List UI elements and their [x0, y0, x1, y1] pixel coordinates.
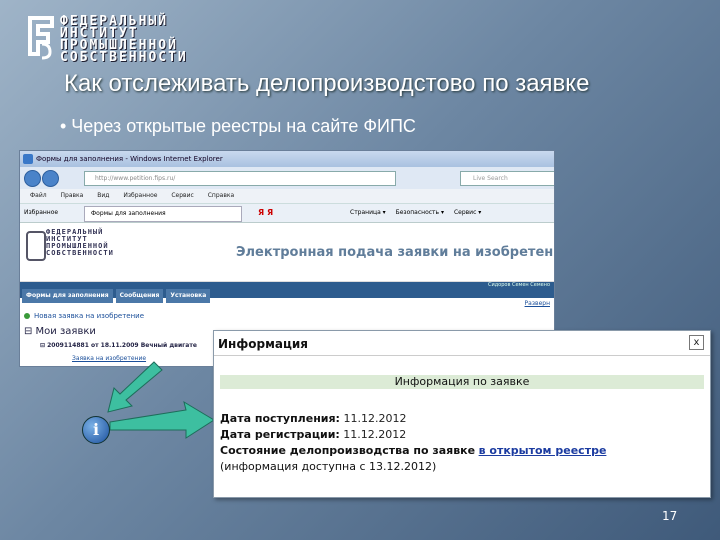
menu-item[interactable]: Вид	[97, 192, 109, 199]
arrow-down-icon	[107, 361, 163, 413]
tools-menu[interactable]: Сервис ▾	[454, 209, 481, 216]
menu-bar: Файл Правка Вид Избранное Сервис Справка	[20, 189, 554, 204]
dialog-band: Информация по заявке	[220, 375, 704, 389]
slide-title: Как отслеживать делопроизводстово по зая…	[64, 70, 590, 97]
toolbar-tools: Страница ▾ Безопасность ▾ Сервис ▾	[350, 204, 489, 222]
favorites-button[interactable]: Избранное	[24, 204, 58, 222]
dialog-header: Информация x	[214, 331, 710, 356]
site-heading: Электронная подача заявки на изобретения	[236, 245, 555, 260]
site-nav: Формы для заполнения Сообщения Установка С…	[20, 282, 554, 303]
menu-item[interactable]: Справка	[208, 192, 234, 199]
ie-icon	[23, 154, 33, 164]
logo-line: СОБСТВЕННОСТИ	[60, 50, 188, 65]
url-input[interactable]: http://www.petition.fips.ru/	[84, 171, 396, 186]
address-bar: http://www.petition.fips.ru/ Live Search	[20, 167, 554, 189]
dialog-content: Дата поступления: 11.12.2012 Дата регист…	[220, 411, 606, 475]
browser-tab[interactable]: Формы для заполнения	[84, 206, 242, 222]
registration-label: Дата регистрации:	[220, 428, 340, 441]
arrows	[107, 361, 215, 439]
menu-item[interactable]: Файл	[30, 192, 47, 199]
page-menu[interactable]: Страница ▾	[350, 209, 386, 216]
menu-item[interactable]: Избранное	[123, 192, 157, 199]
registration-date: 11.12.2012	[343, 428, 407, 441]
status-label: Состояние делопроизводства по заявке	[220, 444, 476, 457]
slide-bullet: • Через открытые реестры на сайте ФИПС	[60, 116, 416, 136]
close-icon[interactable]: x	[689, 335, 704, 350]
receipt-label: Дата поступления:	[220, 412, 340, 425]
yandex-icon[interactable]: Я Я	[258, 204, 273, 222]
site-header: ФЕДЕРАЛЬНЫЙ ИНСТИТУТ ПРОМЫШЛЕННОЙ СОБСТВ…	[20, 223, 554, 282]
site-logo-icon	[26, 231, 46, 261]
my-applications[interactable]: ⊟ Мои заявки	[24, 326, 96, 337]
menu-item[interactable]: Правка	[61, 192, 84, 199]
browser-title-bar: Формы для заполнения - Windows Internet …	[20, 151, 554, 167]
security-menu[interactable]: Безопасность ▾	[396, 209, 444, 216]
info-icon[interactable]: i	[82, 416, 110, 444]
site-subrow: Разверн	[20, 298, 554, 312]
page-number: 17	[662, 509, 678, 523]
window-title: Формы для заполнения - Windows Internet …	[36, 155, 223, 163]
fips-logo-icon	[28, 16, 54, 60]
open-registry-link[interactable]: в открытом реестре	[479, 444, 607, 457]
search-input[interactable]: Live Search	[460, 171, 554, 186]
application-entry[interactable]: ⊟ 2009114881 от 18.11.2009 Вечный двигат…	[40, 342, 197, 349]
site-logo-line: СОБСТВЕННОСТИ	[46, 249, 114, 257]
info-dialog: Информация x Информация по заявке Дата п…	[213, 330, 711, 498]
forward-icon[interactable]	[42, 170, 59, 187]
receipt-date: 11.12.2012	[343, 412, 407, 425]
new-application-link[interactable]: Новая заявка на изобретение	[23, 312, 144, 320]
user-name: Сидоров Семен Семено	[487, 282, 550, 288]
menu-item[interactable]: Сервис	[171, 192, 193, 199]
favorites-bar: Избранное Формы для заполнения Я Я Стран…	[20, 204, 554, 223]
dialog-title: Информация	[218, 337, 308, 351]
back-icon[interactable]	[24, 170, 41, 187]
fips-logo-text: ФЕДЕРАЛЬНЫЙ ИНСТИТУТ ПРОМЫШЛЕННОЙ СОБСТВ…	[60, 15, 188, 65]
availability-note: (информация доступна с 13.12.2012)	[220, 460, 437, 473]
expand-link[interactable]: Разверн	[525, 300, 550, 307]
site-logo: ФЕДЕРАЛЬНЫЙ ИНСТИТУТ ПРОМЫШЛЕННОЙ СОБСТВ…	[26, 229, 114, 261]
